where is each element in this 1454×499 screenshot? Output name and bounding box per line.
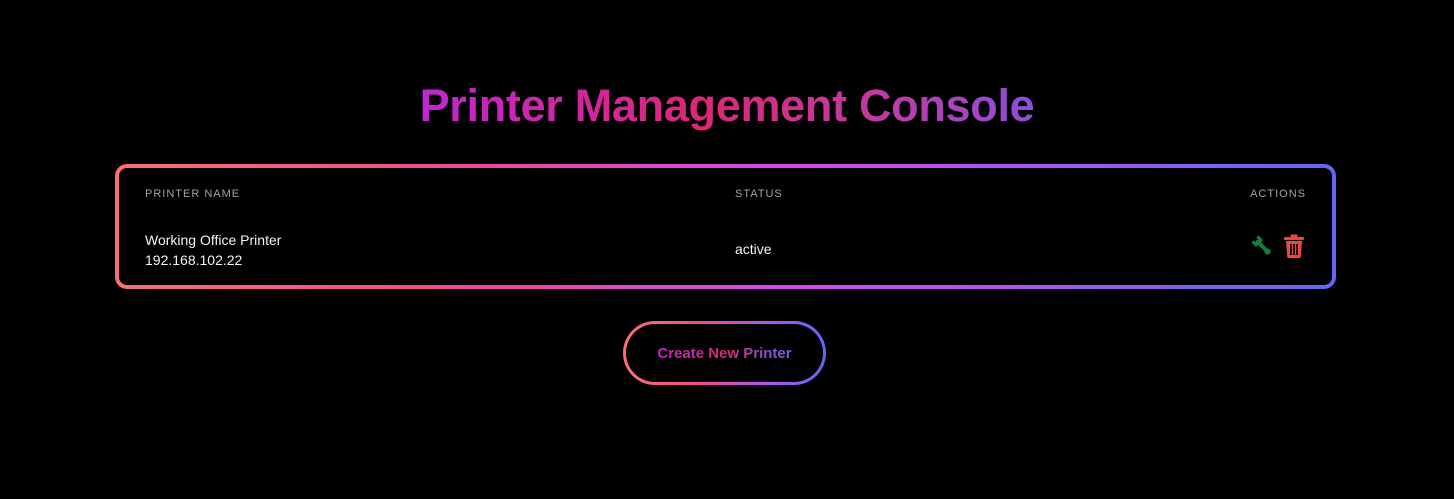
printer-table: PRINTER NAME STATUS ACTIONS Working Offi… [115,164,1336,289]
create-new-printer-button[interactable]: Create New Printer [623,321,826,385]
create-button-inner: Create New Printer [626,324,823,382]
wrench-icon[interactable] [1250,233,1274,259]
column-header-printer-name: PRINTER NAME [145,188,241,200]
page-title: Printer Management Console [0,78,1454,134]
create-button-label: Create New Printer [657,344,792,362]
printer-table-body: PRINTER NAME STATUS ACTIONS Working Offi… [119,168,1332,285]
printer-ip: 192.168.102.22 [145,252,243,268]
column-header-actions: ACTIONS [1250,188,1306,200]
printer-status: active [735,241,772,257]
printer-name-cell: Working Office Printer 192.168.102.22 [145,230,281,270]
page-title-text: Printer Management Console [419,80,1035,131]
row-actions [1250,233,1306,259]
printer-name: Working Office Printer [145,232,282,248]
trash-icon[interactable] [1282,233,1306,259]
column-header-status: STATUS [735,188,783,200]
